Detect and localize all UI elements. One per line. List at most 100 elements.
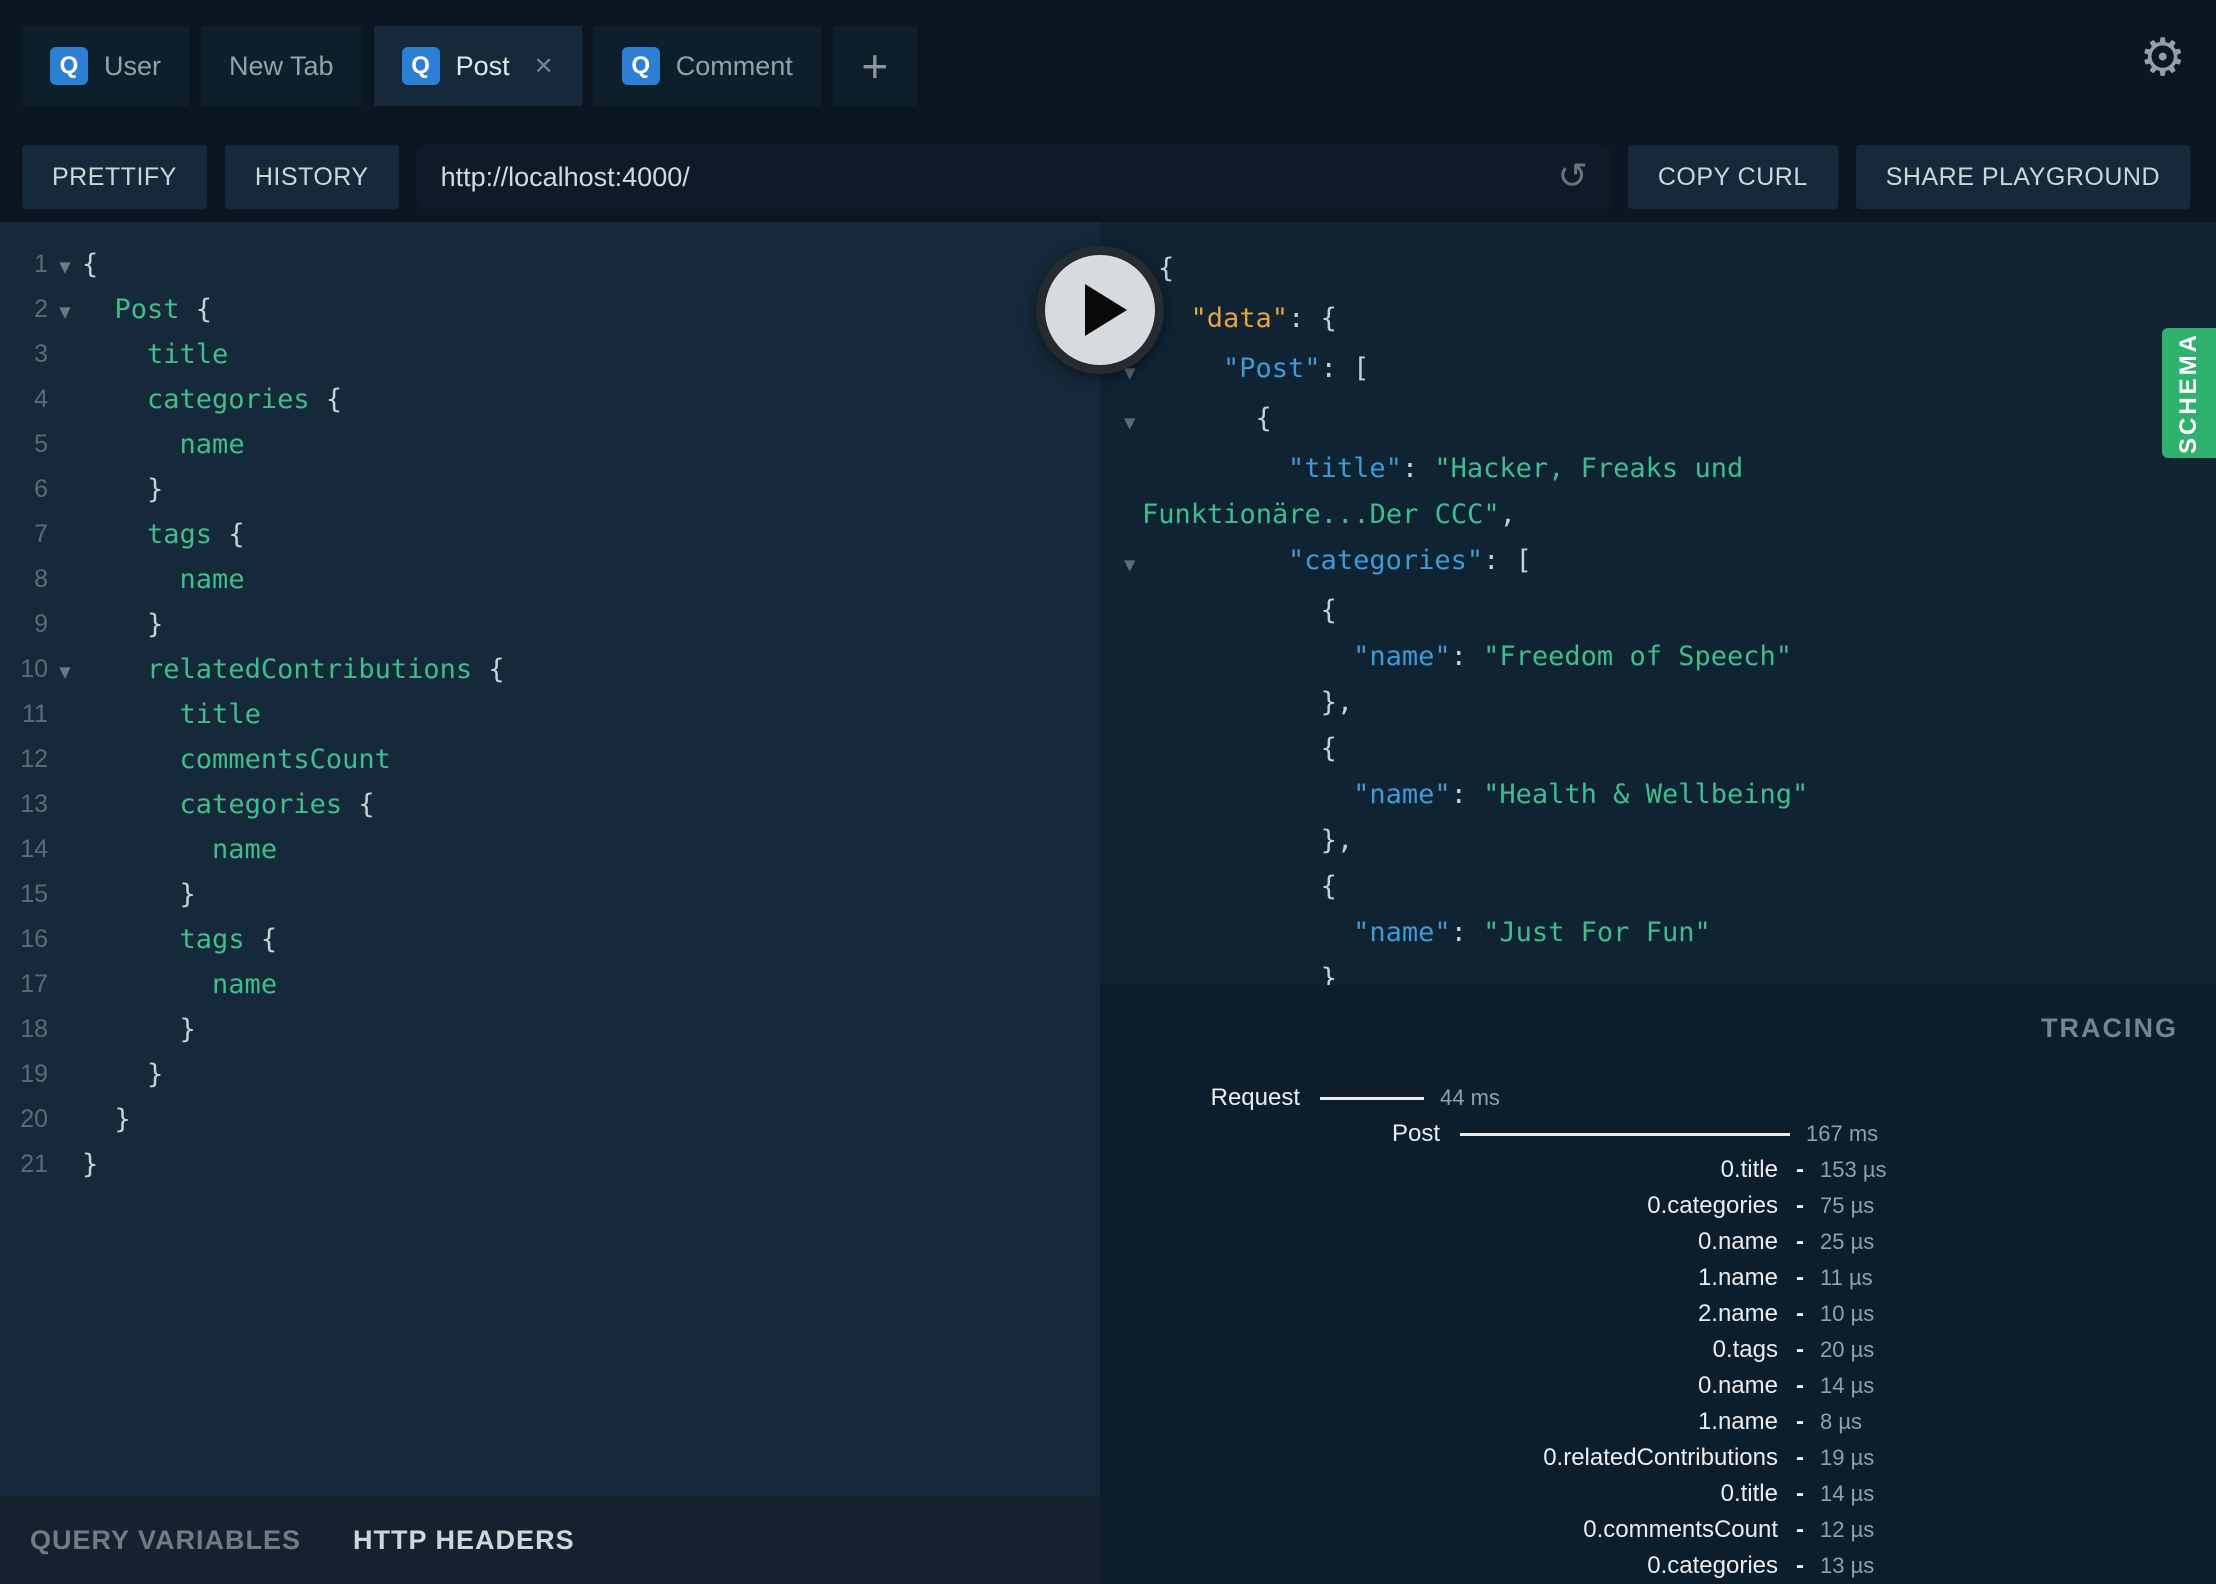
history-button[interactable]: HISTORY xyxy=(224,145,399,209)
fold-arrow-icon[interactable]: ▼ xyxy=(48,252,82,278)
tab-comment[interactable]: Q Comment xyxy=(593,26,821,106)
reload-schema-icon[interactable]: ↺ xyxy=(1558,155,1588,197)
fold-slot xyxy=(48,938,82,942)
query-editor-pane[interactable]: 1 ▼{2 ▼ Post {3 title 4 categories {5 name 6… xyxy=(0,222,1100,1584)
fold-slot xyxy=(48,1073,82,1077)
query-editor-lines: 1 ▼{2 ▼ Post {3 title 4 categories {5 name 6… xyxy=(0,222,1100,1496)
code-token: "Post" xyxy=(1223,353,1321,384)
response-line: ▼ "data": { xyxy=(1114,296,2216,346)
code-text: }, xyxy=(1158,818,1354,864)
editor-line: 4 categories { xyxy=(0,377,1100,422)
trace-label: 0.name xyxy=(1697,1372,1778,1399)
close-tab-icon[interactable]: ✕ xyxy=(534,52,554,81)
tab-bar: Q User New Tab Q Post ✕ Q Comment + ⚙ xyxy=(0,0,2216,132)
code-text: { xyxy=(1158,864,1337,910)
response-line: ▼{ xyxy=(1114,246,2216,296)
code-token: "Health & Wellbeing" xyxy=(1483,779,1809,810)
trace-time: 25 µs xyxy=(1820,1229,1875,1254)
code-token: : xyxy=(1450,917,1484,948)
code-token: : xyxy=(1450,641,1484,672)
query-variables-tab[interactable]: QUERY VARIABLES xyxy=(30,1525,301,1556)
line-number: 12 xyxy=(20,745,48,773)
trace-row: 0.name -14 µs xyxy=(1140,1368,2216,1404)
code-token: categories xyxy=(179,789,343,820)
code-text: "Post": [ xyxy=(1158,346,1369,396)
code-text: "data": { xyxy=(1158,296,1337,346)
tab-post[interactable]: Q Post ✕ xyxy=(373,26,582,106)
add-tab-button[interactable]: + xyxy=(832,26,917,106)
tab-user[interactable]: Q User xyxy=(22,26,190,106)
fold-slot xyxy=(1114,910,1158,956)
schema-tab[interactable]: SCHEMA xyxy=(2162,328,2216,458)
fold-arrow-icon[interactable]: ▼ xyxy=(48,297,82,323)
graphql-playground-window: Q User New Tab Q Post ✕ Q Comment + ⚙ PRETTIFY … xyxy=(0,0,2216,1584)
editor-line: 17 name xyxy=(0,962,1100,1007)
code-text: { xyxy=(1158,396,1272,446)
response-line: { xyxy=(1114,864,2216,910)
trace-time: 153 µs xyxy=(1820,1157,1887,1182)
code-token: { xyxy=(1158,595,1337,626)
fold-slot xyxy=(1114,818,1158,864)
trace-dash: - xyxy=(1796,1552,1804,1579)
code-token: { xyxy=(342,789,375,820)
editor-line: 10 ▼ relatedContributions { xyxy=(0,647,1100,692)
code-text: } xyxy=(82,1014,196,1045)
code-text: name xyxy=(82,969,277,1000)
fold-slot xyxy=(48,893,82,897)
trace-label: Request xyxy=(1210,1084,1300,1111)
fold-arrow-icon[interactable]: ▼ xyxy=(1114,396,1158,446)
code-token: categories xyxy=(147,384,310,415)
trace-row: 0.name -25 µs xyxy=(1140,1224,2216,1260)
code-token: { xyxy=(179,294,213,325)
response-line: }, xyxy=(1114,818,2216,864)
code-token: "categories" xyxy=(1288,545,1484,576)
trace-label: Post xyxy=(1391,1120,1440,1147)
trace-row: 0.categories -75 µs xyxy=(1140,1188,2216,1224)
fold-slot xyxy=(48,1028,82,1032)
line-number: 7 xyxy=(34,520,48,548)
code-token: { xyxy=(1158,733,1337,764)
code-text: } xyxy=(82,609,163,640)
settings-gear-icon[interactable]: ⚙ xyxy=(2139,32,2186,84)
fold-slot xyxy=(48,443,82,447)
query-type-badge: Q xyxy=(50,47,88,85)
endpoint-url-input[interactable] xyxy=(440,161,1546,193)
copy-curl-button[interactable]: COPY CURL xyxy=(1627,145,1838,209)
endpoint-url-bar: ↺ xyxy=(416,145,1610,209)
tab-new-tab[interactable]: New Tab xyxy=(201,26,362,106)
fold-arrow-icon[interactable]: ▼ xyxy=(1114,538,1158,588)
fold-slot xyxy=(48,488,82,492)
editor-line: 2 ▼ Post { xyxy=(0,287,1100,332)
editor-line: 11 title xyxy=(0,692,1100,737)
line-number: 21 xyxy=(20,1150,48,1178)
code-token: { xyxy=(472,654,505,685)
prettify-button[interactable]: PRETTIFY xyxy=(22,145,207,209)
trace-row: 0.relatedContributions -19 µs xyxy=(1140,1440,2216,1476)
line-number: 9 xyxy=(34,610,48,638)
trace-dash: - xyxy=(1796,1336,1804,1363)
trace-dash: - xyxy=(1796,1264,1804,1291)
trace-label: 0.title xyxy=(1720,1156,1778,1183)
execute-query-button[interactable] xyxy=(1036,246,1164,374)
line-number: 8 xyxy=(34,565,48,593)
fold-arrow-icon[interactable]: ▼ xyxy=(48,657,82,683)
fold-slot xyxy=(48,578,82,582)
code-token: { xyxy=(1158,871,1337,902)
line-number: 2 xyxy=(34,295,48,323)
editor-line: 19 } xyxy=(0,1052,1100,1097)
code-text: "name": "Freedom of Speech" xyxy=(1158,634,1792,680)
code-text: name xyxy=(82,429,245,460)
line-number: 20 xyxy=(20,1105,48,1133)
fold-slot xyxy=(48,353,82,357)
http-headers-tab[interactable]: HTTP HEADERS xyxy=(353,1525,575,1556)
fold-slot xyxy=(1114,680,1158,726)
main-area: 1 ▼{2 ▼ Post {3 title 4 categories {5 name 6… xyxy=(0,222,2216,1584)
editor-line: 7 tags { xyxy=(0,512,1100,557)
fold-slot xyxy=(1114,634,1158,680)
fold-slot xyxy=(48,713,82,717)
code-token: "Freedom of Speech" xyxy=(1483,641,1792,672)
share-playground-button[interactable]: SHARE PLAYGROUND xyxy=(1855,145,2190,209)
